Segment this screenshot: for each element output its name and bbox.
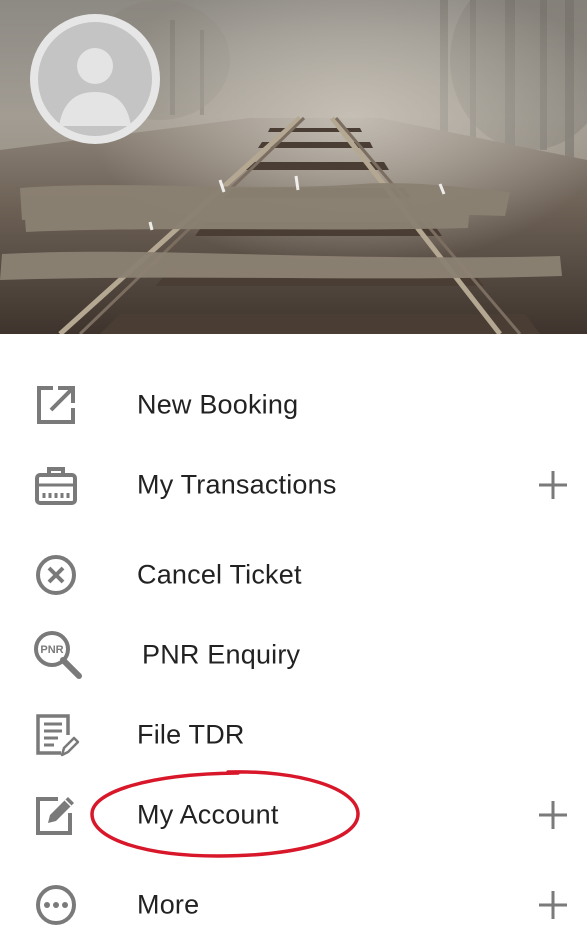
menu-item-new-booking[interactable]: New Booking [0, 367, 587, 443]
expand-plus-icon[interactable] [536, 888, 570, 922]
navigation-drawer: New Booking My Transactions Cancel Ticke… [0, 0, 587, 944]
cancel-circle-icon [36, 555, 76, 595]
menu-item-label: More [137, 889, 200, 920]
menu-item-label: New Booking [137, 389, 299, 420]
edit-square-icon [36, 797, 74, 835]
document-edit-icon [36, 714, 80, 757]
briefcase-icon [35, 467, 77, 505]
menu-item-cancel-ticket[interactable]: Cancel Ticket [0, 537, 587, 613]
expand-plus-icon[interactable] [536, 798, 570, 832]
pnr-icon-text: PNR [40, 644, 63, 656]
menu-item-my-transactions[interactable]: My Transactions [0, 447, 587, 523]
menu-item-label: PNR Enquiry [142, 639, 301, 670]
menu-item-more[interactable]: More [0, 867, 587, 943]
menu-item-label: My Account [137, 799, 279, 830]
more-circle-icon [36, 885, 76, 925]
open-in-new-icon [37, 386, 75, 424]
menu-item-file-tdr[interactable]: File TDR [0, 697, 587, 773]
expand-plus-icon[interactable] [536, 468, 570, 502]
drawer-header [0, 0, 587, 334]
drawer-menu: New Booking My Transactions Cancel Ticke… [0, 334, 587, 944]
person-silhouette-icon[interactable] [30, 14, 160, 144]
menu-item-pnr-enquiry[interactable]: PNR PNR Enquiry [0, 617, 587, 693]
menu-item-label: Cancel Ticket [137, 559, 302, 590]
menu-item-my-account[interactable]: My Account [0, 777, 587, 853]
menu-item-label: File TDR [137, 719, 245, 750]
redacted-user-info [0, 175, 562, 280]
menu-item-label: My Transactions [137, 469, 337, 500]
pnr-search-icon: PNR [34, 631, 82, 679]
